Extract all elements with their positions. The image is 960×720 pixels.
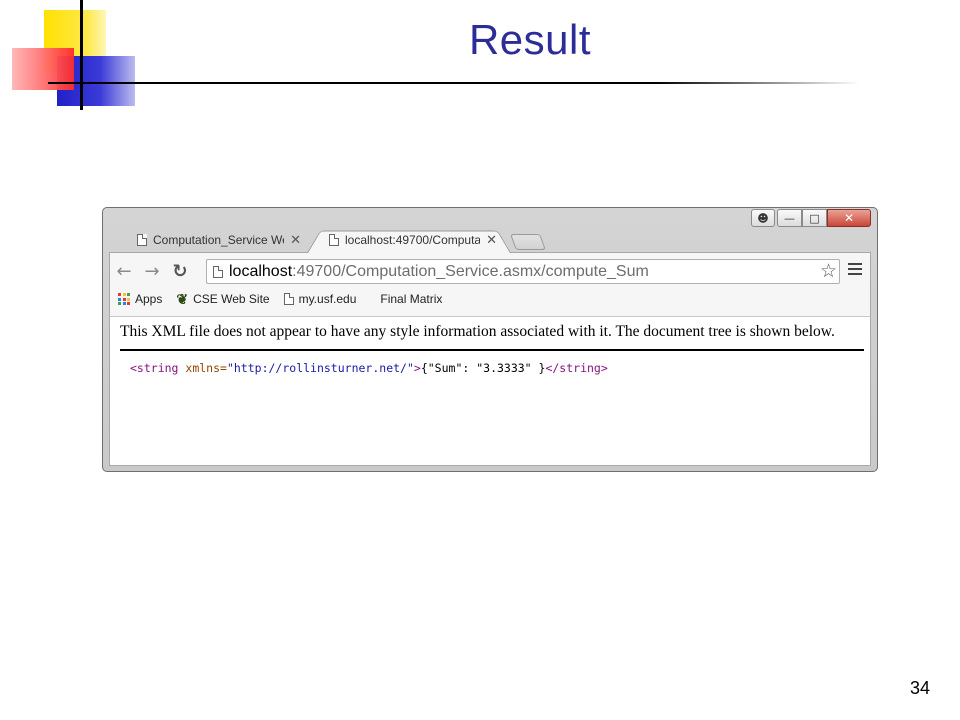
tab-strip: Computation_Service Web ✕ localhost:4970… <box>115 227 555 253</box>
xml-text-content: {"Sum": "3.3333" } <box>420 361 546 375</box>
tab-label: Computation_Service Web <box>153 233 285 247</box>
navigation-row: ← → ↻ localhost:49700/Computation_Servic… <box>110 257 870 285</box>
hamburger-menu-icon[interactable] <box>848 263 862 278</box>
usf-leaf-icon: ❦ <box>176 290 189 307</box>
tab-label: localhost:49700/Computat <box>345 233 481 247</box>
page-content: This XML file does not appear to have an… <box>109 316 871 466</box>
page-icon <box>137 234 147 246</box>
url-path: :49700/Computation_Service.asmx/compute_… <box>292 262 649 280</box>
bookmarks-bar: Apps ❦ CSE Web Site my.usf.edu Final Mat… <box>118 289 442 309</box>
forward-arrow-icon[interactable]: → <box>138 261 166 282</box>
back-arrow-icon[interactable]: ← <box>110 261 138 282</box>
xml-open-tag: <string <box>130 361 179 375</box>
url-host: localhost <box>229 262 293 280</box>
bookmark-cse-web-site[interactable]: ❦ CSE Web Site <box>176 291 269 308</box>
address-bar[interactable]: localhost:49700/Computation_Service.asmx… <box>206 259 840 284</box>
xml-close-tag: </string> <box>545 361 608 375</box>
decor-horizontal-line <box>48 82 860 84</box>
bookmark-apps[interactable]: Apps <box>118 292 162 306</box>
reload-icon[interactable]: ↻ <box>166 261 194 282</box>
new-tab-button[interactable] <box>513 234 543 250</box>
decor-vertical-line <box>80 0 83 110</box>
window-controls: ☻ — □ ✕ <box>751 209 871 227</box>
browser-toolbar: ← → ↻ localhost:49700/Computation_Servic… <box>109 252 871 316</box>
xml-open-tag-end: > <box>413 361 421 375</box>
tab-computation-service[interactable]: Computation_Service Web ✕ <box>115 227 315 253</box>
xml-attribute-name: xmlns= <box>185 361 227 375</box>
bookmark-label: Apps <box>135 292 163 306</box>
bookmark-final-matrix[interactable]: Final Matrix <box>380 292 442 306</box>
bookmark-label: Final Matrix <box>380 292 443 306</box>
bookmark-label: my.usf.edu <box>298 292 357 306</box>
minimize-icon[interactable]: — <box>777 209 802 227</box>
page-icon <box>329 234 339 246</box>
bookmark-label: CSE Web Site <box>193 292 270 306</box>
xml-style-notice: This XML file does not appear to have an… <box>120 323 864 351</box>
browser-window: ☻ — □ ✕ Computation_Service Web ✕ localh… <box>102 207 878 472</box>
page-icon <box>213 265 223 278</box>
page-number: 34 <box>909 678 930 698</box>
tab-close-icon[interactable]: ✕ <box>486 232 497 248</box>
bookmark-my-usf-edu[interactable]: my.usf.edu <box>283 292 357 306</box>
xml-attribute-value: "http://rollinsturner.net/" <box>226 361 414 375</box>
url-text: localhost:49700/Computation_Service.asmx… <box>229 263 649 281</box>
slide-title: Result <box>468 16 592 63</box>
apps-grid-icon <box>118 293 130 305</box>
user-icon[interactable]: ☻ <box>751 209 775 227</box>
maximize-icon[interactable]: □ <box>802 209 827 227</box>
tab-close-icon[interactable]: ✕ <box>290 232 301 248</box>
tab-localhost[interactable]: localhost:49700/Computat ✕ <box>307 227 511 253</box>
bookmark-star-icon[interactable]: ☆ <box>820 260 837 282</box>
page-icon <box>283 293 294 305</box>
close-icon[interactable]: ✕ <box>827 209 871 227</box>
xml-document-line: <string xmlns="http://rollinsturner.net/… <box>130 361 608 375</box>
